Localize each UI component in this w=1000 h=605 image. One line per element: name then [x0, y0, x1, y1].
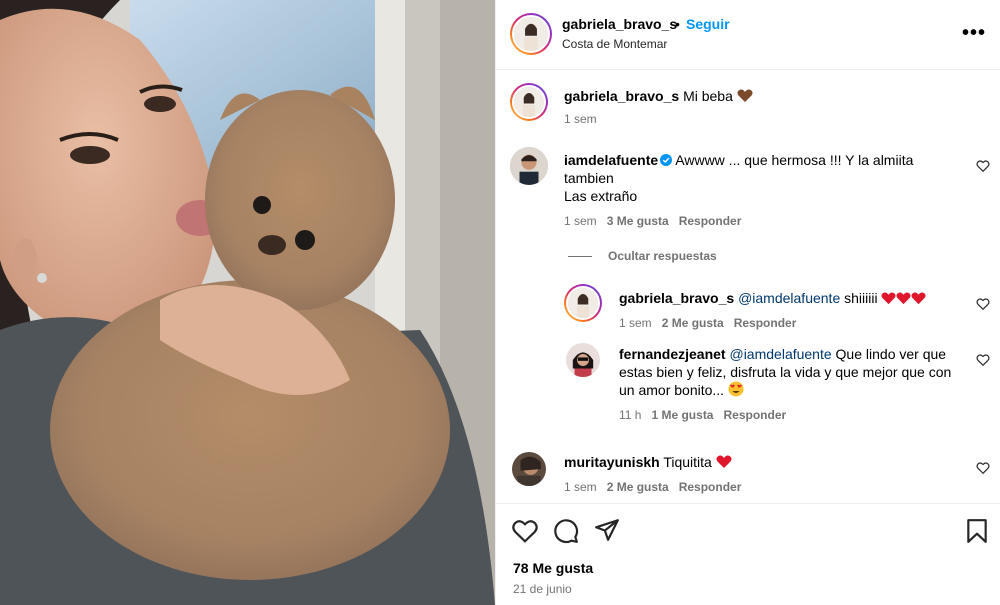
caption-username[interactable]: gabriela_bravo_s [564, 88, 679, 104]
post-actions: 78 Me gusta 21 de junio [496, 503, 1000, 605]
reply-avatar[interactable] [564, 284, 602, 322]
reply-button[interactable]: Responder [679, 214, 742, 228]
brown-heart-icon [737, 89, 753, 102]
reply-body-line1: Que lindo ver que [835, 346, 947, 362]
heart-eyes-emoji-icon [728, 381, 744, 397]
comment-meta: 1 sem 3 Me gusta Responder [564, 214, 741, 228]
comment-body-line1: Awwww ... que hermosa !!! Y la almiita [675, 152, 914, 168]
red-heart-icon [896, 292, 911, 305]
post-photo[interactable] [0, 0, 495, 605]
caption-avatar[interactable] [510, 83, 548, 121]
reply-meta: 1 sem 2 Me gusta Responder [619, 316, 796, 330]
comment-icon[interactable] [553, 518, 579, 544]
comments-list: gabriela_bravo_s Mi beba 1 sem iamdelafu… [496, 71, 1000, 503]
red-heart-icon [911, 292, 926, 305]
reply-text: fernandezjeanet @iamdelafuente Que lindo… [619, 345, 959, 399]
reply-avatar[interactable] [566, 343, 600, 377]
more-options-icon[interactable]: ••• [962, 23, 986, 43]
comment-like-icon[interactable] [976, 461, 990, 475]
reply-time[interactable]: 1 sem [619, 316, 652, 330]
reply-button[interactable]: Responder [723, 408, 786, 422]
hide-replies-button[interactable]: Ocultar respuestas [608, 249, 717, 263]
post-date[interactable]: 21 de junio [513, 582, 572, 596]
comment-text: iamdelafuente Awwww ... que hermosa !!! … [564, 151, 924, 205]
reply-button[interactable]: Responder [734, 316, 797, 330]
reply-username[interactable]: gabriela_bravo_s [619, 290, 734, 306]
red-heart-icon [716, 455, 732, 468]
post-side-panel: gabriela_bravo_s • Seguir Costa de Monte… [495, 0, 1000, 605]
heart-icon[interactable] [512, 519, 538, 543]
comment-username[interactable]: iamdelafuente [564, 152, 658, 168]
comment-body-line2: tambien [564, 170, 614, 186]
reply-like-icon[interactable] [976, 297, 990, 311]
reply-mention[interactable]: @iamdelafuente [738, 290, 840, 306]
reply-text: gabriela_bravo_s @iamdelafuente shiiiiii [619, 289, 949, 307]
reply-username[interactable]: fernandezjeanet [619, 346, 726, 362]
comment-body: Tiquitita [663, 454, 712, 470]
location-link[interactable]: Costa de Montemar [562, 37, 667, 51]
reply-button[interactable]: Responder [679, 480, 742, 494]
reply-likes[interactable]: 2 Me gusta [662, 316, 724, 330]
send-icon[interactable] [594, 518, 620, 542]
post-header: gabriela_bravo_s • Seguir Costa de Monte… [496, 0, 1000, 70]
reply-like-icon[interactable] [976, 353, 990, 367]
caption-time[interactable]: 1 sem [564, 112, 597, 126]
comment-likes[interactable]: 2 Me gusta [607, 480, 669, 494]
author-avatar[interactable] [510, 13, 552, 55]
comment-text: muritayuniskh Tiquitita [564, 453, 732, 471]
separator-dot: • [675, 16, 680, 32]
post-image [0, 0, 495, 605]
hide-replies-line [568, 256, 592, 257]
comment-avatar[interactable] [512, 452, 546, 486]
verified-badge-icon [660, 154, 673, 166]
caption-body: Mi beba [683, 88, 733, 104]
reply-mention[interactable]: @iamdelafuente [729, 346, 831, 362]
comment-likes[interactable]: 3 Me gusta [607, 214, 669, 228]
author-username[interactable]: gabriela_bravo_s [562, 16, 677, 32]
comment-time[interactable]: 1 sem [564, 214, 597, 228]
likes-count[interactable]: 78 Me gusta [513, 560, 593, 576]
comment-like-icon[interactable] [976, 159, 990, 173]
comment-avatar[interactable] [510, 147, 548, 185]
reply-likes[interactable]: 1 Me gusta [651, 408, 713, 422]
comment-meta: 1 sem 2 Me gusta Responder [564, 480, 741, 494]
follow-button[interactable]: Seguir [686, 16, 730, 32]
comment-username[interactable]: muritayuniskh [564, 454, 660, 470]
comment-time[interactable]: 1 sem [564, 480, 597, 494]
reply-meta: 11 h 1 Me gusta Responder [619, 408, 786, 422]
caption-text: gabriela_bravo_s Mi beba [564, 87, 753, 105]
reply-body-line3: un amor bonito... [619, 382, 725, 398]
reply-time[interactable]: 11 h [619, 408, 641, 422]
reply-body: shiiiiii [844, 290, 878, 306]
comment-body-line3: Las extraño [564, 188, 638, 204]
reply-body-line2: estas bien y feliz, disfruta la vida y q… [619, 364, 952, 380]
bookmark-icon[interactable] [966, 518, 988, 544]
red-heart-icon [881, 292, 896, 305]
